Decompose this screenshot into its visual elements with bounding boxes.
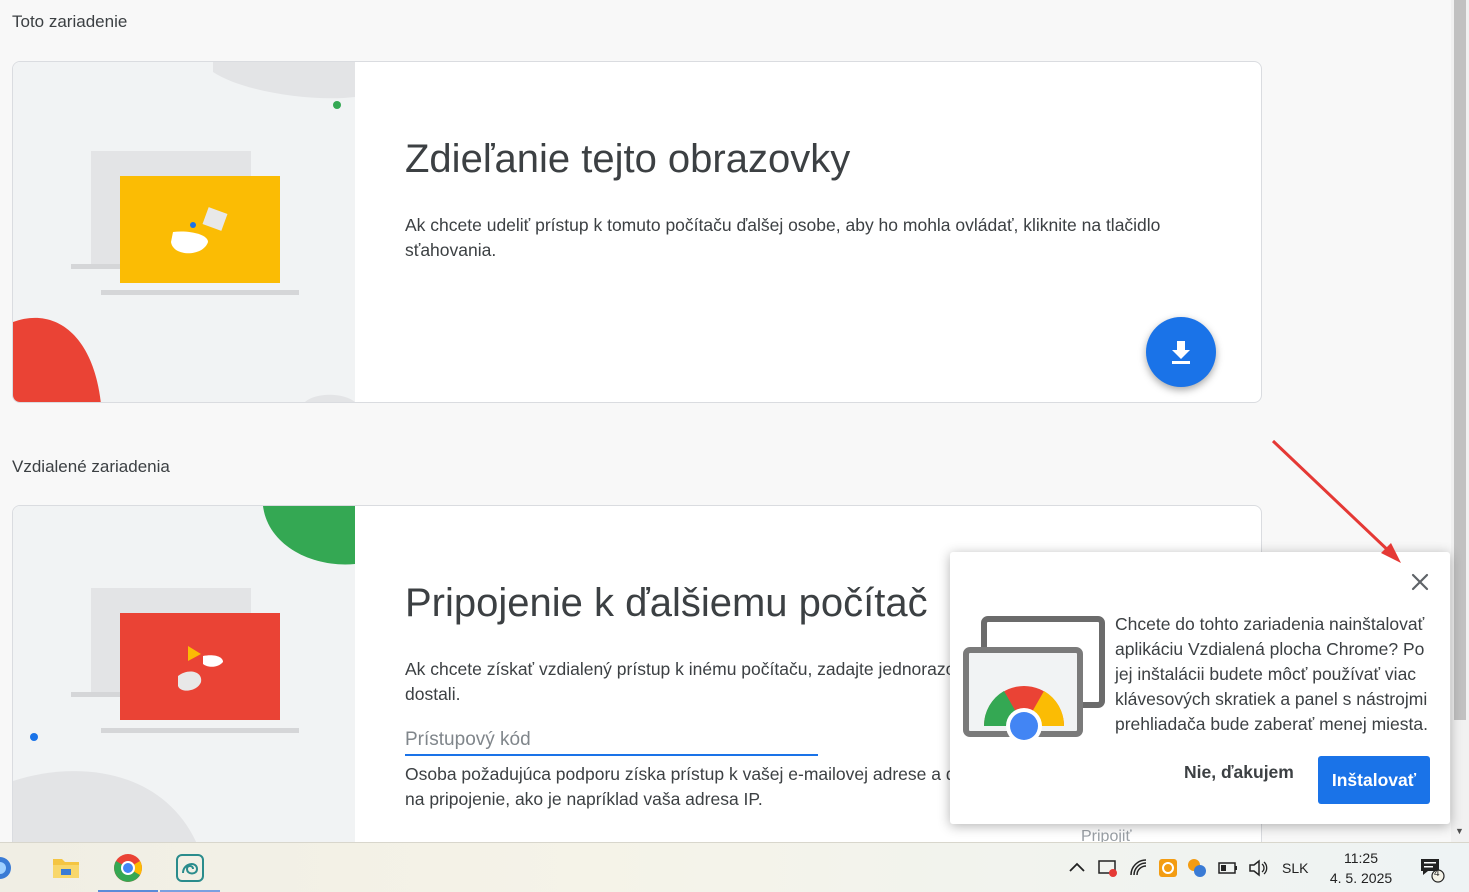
install-popup-message: Chcete do tohto zariadenia nainštalovať …	[1115, 614, 1429, 734]
share-screen-card: Zdieľanie tejto obrazovky Ak chcete udel…	[12, 61, 1262, 403]
connect-button[interactable]: Pripojiť	[1081, 828, 1131, 842]
share-card-title: Zdieľanie tejto obrazovky	[405, 137, 851, 181]
taskbar-file-explorer[interactable]	[36, 843, 96, 892]
download-button[interactable]	[1146, 317, 1216, 387]
clock-time: 11:25	[1344, 850, 1378, 866]
connect-note-line-2: na pripojenie, ako je napríklad vaša adr…	[405, 789, 763, 809]
scrollbar-thumb[interactable]	[1454, 0, 1466, 720]
connect-description-line-2: dostali.	[405, 684, 461, 704]
taskbar-chrome[interactable]	[98, 843, 158, 892]
chevron-up-icon[interactable]	[1068, 860, 1086, 874]
start-button[interactable]	[0, 843, 20, 892]
taskbar-app-3[interactable]	[160, 843, 220, 892]
notification-icon	[1421, 859, 1445, 883]
clock[interactable]: 11:25 4. 5. 2025	[1320, 848, 1402, 888]
spiral-app-icon	[176, 854, 204, 882]
connect-note-line-1: Osoba požadujúca podporu získa prístup k…	[405, 764, 957, 784]
connect-card-note: Osoba požadujúca podporu získa prístup k…	[405, 762, 965, 812]
annotation-arrow-icon	[1271, 439, 1401, 563]
share-illustration	[13, 62, 355, 402]
install-app-popup: Chcete do tohto zariadenia nainštalovať …	[950, 552, 1450, 824]
wifi-icon[interactable]	[1128, 857, 1150, 879]
notification-count: 4	[1434, 868, 1440, 879]
section-title-this-device: Toto zariadenie	[12, 12, 128, 31]
install-button[interactable]: Inštalovať	[1318, 756, 1430, 804]
page-scrollbar[interactable]: ▼	[1451, 0, 1469, 842]
network-alert-icon[interactable]	[1097, 857, 1119, 879]
download-icon	[1172, 341, 1190, 364]
connect-illustration	[13, 506, 355, 842]
app-tray-orange-icon[interactable]	[1157, 857, 1179, 879]
connect-description-line-1: Ak chcete získať vzdialený prístup k iné…	[405, 659, 956, 679]
share-card-description: Ak chcete udeliť prístup k tomuto počíta…	[405, 215, 1161, 260]
chrome-icon	[114, 854, 142, 882]
volume-icon[interactable]	[1247, 857, 1269, 879]
app-tray-colorful-icon[interactable]	[1186, 857, 1208, 879]
connect-card-title: Pripojenie k ďalšiemu počítač	[405, 581, 928, 625]
share-illustration-graphic	[13, 62, 355, 402]
section-title-remote-devices: Vzdialené zariadenia	[12, 457, 170, 476]
battery-icon[interactable]	[1217, 857, 1239, 879]
language-indicator[interactable]: SLK	[1282, 860, 1308, 876]
connect-card-description: Ak chcete získať vzdialený prístup k iné…	[405, 657, 965, 707]
notification-center-button[interactable]: 4	[1418, 855, 1446, 888]
chrome-remote-desktop-app-icon	[963, 616, 1105, 741]
folder-icon	[53, 859, 79, 878]
windows-taskbar: SLK 11:25 4. 5. 2025 4	[0, 842, 1469, 892]
scroll-down-arrow-icon[interactable]: ▼	[1455, 826, 1464, 836]
decline-button[interactable]: Nie, ďakujem	[1174, 756, 1304, 789]
clock-date: 4. 5. 2025	[1329, 870, 1393, 886]
access-code-input[interactable]	[405, 726, 818, 756]
start-orb-icon	[0, 857, 11, 879]
connect-illustration-graphic	[13, 506, 355, 842]
